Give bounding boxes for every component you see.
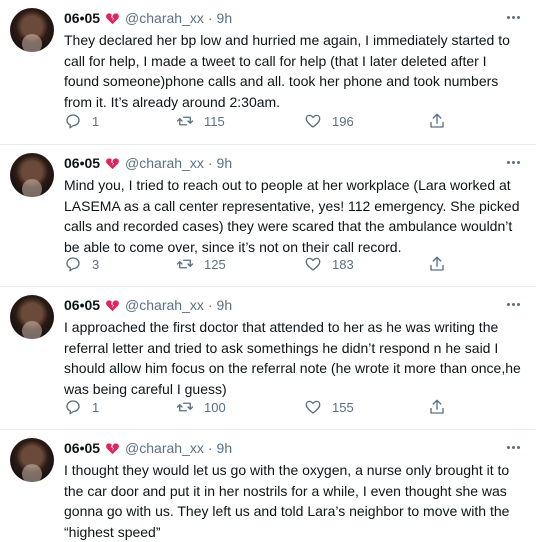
tweet-header: 06•05 @charah_xx · 9h [64, 8, 232, 28]
timestamp[interactable]: 9h [217, 10, 233, 26]
tweet-header: 06•05 @charah_xx · 9h [64, 438, 232, 458]
display-name[interactable]: 06•05 [64, 155, 100, 171]
reply-icon [66, 114, 80, 129]
heart-icon [305, 114, 321, 128]
avatar[interactable] [10, 438, 54, 482]
user-handle[interactable]: @charah_xx [125, 155, 204, 171]
reply-icon [66, 257, 80, 272]
display-name[interactable]: 06•05 [64, 297, 100, 313]
retweet-icon [176, 116, 194, 126]
retweet-button[interactable]: 125 [176, 254, 226, 274]
share-icon [430, 399, 444, 414]
tweet[interactable]: 06•05 @charah_xx · 9h I thought they wou… [0, 430, 536, 540]
like-button[interactable]: 183 [304, 254, 354, 274]
timestamp[interactable]: 9h [217, 155, 233, 171]
more-options-icon[interactable] [504, 297, 522, 311]
retweet-count: 115 [204, 113, 225, 129]
more-options-icon[interactable] [504, 155, 522, 169]
share-button[interactable] [428, 397, 446, 417]
display-name[interactable]: 06•05 [64, 440, 100, 456]
share-button[interactable] [428, 254, 446, 274]
reply-count: 1 [92, 113, 100, 129]
avatar[interactable] [10, 153, 54, 197]
share-icon [430, 113, 444, 128]
tweet[interactable]: 06•05 @charah_xx · 9h They declared her … [0, 0, 536, 145]
timestamp[interactable]: 9h [217, 297, 233, 313]
tweet[interactable]: 06•05 @charah_xx · 9h Mind you, I tried … [0, 145, 536, 287]
more-options-icon[interactable] [504, 440, 522, 454]
user-handle[interactable]: @charah_xx [125, 10, 204, 26]
tweet-actions: 1 100 155 [64, 397, 444, 417]
broken-heart-icon [106, 442, 119, 454]
like-count: 183 [332, 256, 354, 272]
reply-count: 1 [92, 399, 100, 415]
tweet-text: I thought they would let us go with the … [64, 462, 510, 540]
separator: · [207, 297, 213, 313]
tweet-text: They declared her bp low and hurried me … [64, 32, 510, 110]
timestamp[interactable]: 9h [217, 440, 233, 456]
reply-count: 3 [92, 256, 100, 272]
like-button[interactable]: 155 [304, 397, 354, 417]
user-handle[interactable]: @charah_xx [125, 297, 204, 313]
tweet-actions: 1 115 196 [64, 111, 444, 131]
retweet-count: 125 [204, 256, 226, 272]
heart-icon [305, 257, 321, 271]
tweet-header: 06•05 @charah_xx · 9h [64, 153, 232, 173]
tweet-thread: 06•05 @charah_xx · 9h They declared her … [0, 0, 536, 540]
heart-icon [305, 400, 321, 414]
broken-heart-icon [106, 12, 119, 24]
tweet-actions: 3 125 183 [64, 254, 444, 274]
avatar[interactable] [10, 8, 54, 52]
tweet-header: 06•05 @charah_xx · 9h [64, 295, 232, 315]
broken-heart-icon [106, 157, 119, 169]
retweet-button[interactable]: 100 [176, 397, 226, 417]
broken-heart-icon [106, 299, 119, 311]
reply-button[interactable]: 1 [64, 111, 99, 131]
reply-button[interactable]: 1 [64, 397, 99, 417]
reply-button[interactable]: 3 [64, 254, 99, 274]
share-icon [430, 256, 444, 271]
more-options-icon[interactable] [504, 10, 522, 24]
separator: · [207, 10, 213, 26]
separator: · [207, 440, 213, 456]
user-handle[interactable]: @charah_xx [125, 440, 204, 456]
avatar[interactable] [10, 295, 54, 339]
like-count: 155 [332, 399, 354, 415]
like-count: 196 [332, 113, 354, 129]
like-button[interactable]: 196 [304, 111, 354, 131]
display-name[interactable]: 06•05 [64, 10, 100, 26]
retweet-icon [176, 402, 194, 412]
retweet-icon [176, 259, 194, 269]
retweet-count: 100 [204, 399, 226, 415]
separator: · [207, 155, 213, 171]
tweet-text: Mind you, I tried to reach out to people… [64, 177, 520, 255]
reply-icon [66, 400, 80, 415]
tweet[interactable]: 06•05 @charah_xx · 9h I approached the f… [0, 287, 536, 430]
tweet-text: I approached the first doctor that atten… [64, 319, 521, 397]
retweet-button[interactable]: 115 [176, 111, 225, 131]
share-button[interactable] [428, 111, 446, 131]
